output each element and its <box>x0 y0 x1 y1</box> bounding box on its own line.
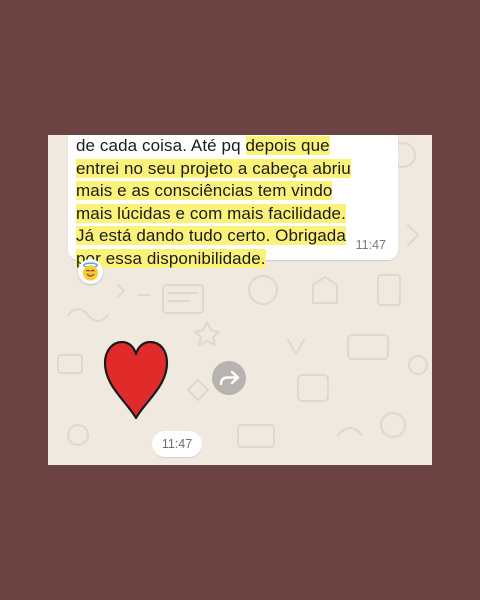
message-line: entrei no seu projeto a cabeça abriu <box>76 158 376 181</box>
message-bubble[interactable]: de cada coisa. Até pq depois que entrei … <box>68 135 398 268</box>
message-timestamp: 11:47 <box>355 238 386 252</box>
smiling-face-with-halo-emoji-icon <box>82 262 99 281</box>
sticker-timestamp: 11:47 <box>152 431 202 457</box>
chat-area: de cada coisa. Até pq depois que entrei … <box>48 135 432 465</box>
message-line: Já está dando tudo certo. Obrigada <box>76 225 376 248</box>
message-highlighted-text: Já está dando tudo certo. Obrigada <box>76 226 346 245</box>
message-highlighted-text: depois que <box>245 136 330 155</box>
message-plain-text: de cada coisa. Até pq <box>76 136 246 155</box>
message-highlighted-text: mais lúcidas e com mais facilidade. <box>76 203 346 223</box>
forward-button[interactable] <box>212 361 246 395</box>
message-line: mais lúcidas e com mais facilidade. <box>76 203 376 226</box>
reaction-badge[interactable] <box>78 259 103 284</box>
message-line: de cada coisa. Até pq depois que <box>76 135 376 158</box>
message-highlighted-text: mais e as consciências tem vindo <box>76 181 333 200</box>
message-highlighted-text: por essa disponibilidade. <box>76 248 266 268</box>
message-line: mais e as consciências tem vindo <box>76 180 376 203</box>
message-text: de cada coisa. Até pq depois que entrei … <box>76 135 376 270</box>
message-highlighted-text: entrei no seu projeto a cabeça abriu <box>76 158 351 178</box>
red-heart-sticker[interactable] <box>103 338 169 420</box>
forward-arrow-icon <box>219 370 240 386</box>
message-line: por essa disponibilidade. <box>76 248 376 271</box>
sticker-timestamp-text: 11:47 <box>161 437 193 451</box>
